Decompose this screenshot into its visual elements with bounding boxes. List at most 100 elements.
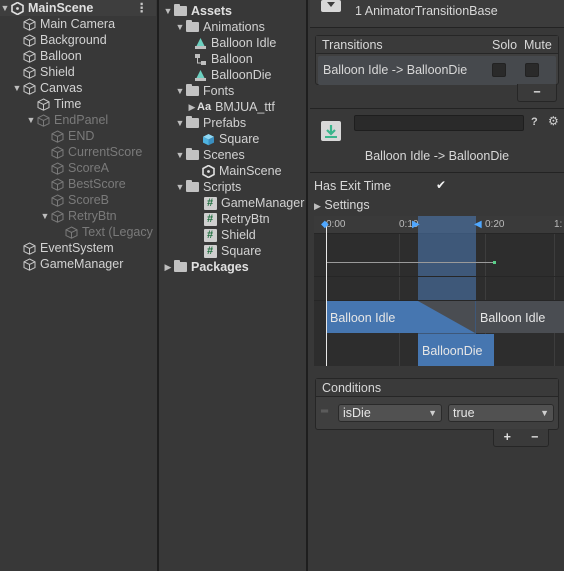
- remove-transition-button[interactable]: −: [517, 84, 557, 102]
- solo-checkbox[interactable]: [492, 63, 506, 77]
- expand-arrow-icon[interactable]: ▶: [163, 262, 173, 273]
- hierarchy-item-label: ScoreB: [68, 193, 109, 207]
- hierarchy-item[interactable]: ScoreB: [40, 192, 109, 208]
- asset-item[interactable]: Square: [201, 131, 259, 147]
- gameobject-cube-icon: [50, 145, 64, 159]
- parameter-curve: [326, 262, 494, 263]
- settings-label: Settings: [324, 198, 370, 212]
- asset-item[interactable]: MainScene: [201, 163, 282, 179]
- folder-scripts[interactable]: ▼ Scripts: [175, 179, 241, 195]
- font-glyph: Aa: [197, 101, 212, 113]
- expand-arrow-icon[interactable]: ▼: [175, 182, 185, 192]
- hierarchy-item[interactable]: END: [40, 128, 94, 144]
- asset-item[interactable]: ▶ Aa BMJUA_ttf: [187, 99, 275, 115]
- playhead-marker[interactable]: ◆: [321, 219, 329, 230]
- transition-start-marker[interactable]: ▶: [412, 219, 420, 230]
- folder-animations[interactable]: ▼ Animations: [175, 19, 265, 35]
- folder-fonts[interactable]: ▼ Fonts: [175, 83, 234, 99]
- expand-arrow-icon[interactable]: ▼: [26, 115, 36, 125]
- gameobject-cube-icon: [22, 241, 36, 255]
- condition-parameter-value: isDie: [343, 406, 371, 420]
- folder-label: Prefabs: [203, 116, 247, 130]
- playhead-line[interactable]: [326, 226, 327, 366]
- csharp-script-icon: #: [203, 212, 217, 226]
- hierarchy-item[interactable]: Text (Legacy: [54, 224, 153, 240]
- transition-end-marker[interactable]: ◀: [474, 219, 482, 230]
- gameobject-cube-icon: [22, 65, 36, 79]
- prefab-cube-icon: [201, 132, 215, 146]
- remove-condition-button[interactable]: −: [523, 429, 547, 445]
- asset-item[interactable]: BalloonDie: [193, 67, 271, 83]
- animation-clip-icon: [193, 36, 207, 50]
- csharp-script-icon: #: [203, 228, 217, 242]
- destination-state-bar[interactable]: BalloonDie: [418, 334, 494, 366]
- expand-arrow-icon[interactable]: ▶: [187, 102, 197, 113]
- mute-checkbox[interactable]: [525, 63, 539, 77]
- dropdown-caret-icon: ▼: [428, 408, 437, 418]
- project-panel: ▼ Assets ▼ Animations Balloon Idle Balloon…: [157, 0, 308, 571]
- has-exit-time-checkbox[interactable]: ✔: [436, 178, 446, 192]
- hierarchy-item-endpanel[interactable]: ▼ EndPanel: [26, 112, 109, 128]
- conditions-label: Conditions: [322, 381, 382, 395]
- expand-arrow-icon[interactable]: ▼: [12, 83, 22, 93]
- help-icon[interactable]: ?: [531, 116, 538, 128]
- inspector-header: 1 AnimatorTransitionBase: [310, 0, 564, 28]
- scene-name: MainScene: [28, 1, 94, 15]
- gameobject-cube-icon: [22, 17, 36, 31]
- expand-arrow-icon[interactable]: ▼: [40, 211, 50, 221]
- folder-scenes[interactable]: ▼ Scenes: [175, 147, 245, 163]
- asset-item[interactable]: # Shield: [203, 227, 256, 243]
- ruler-tick: 1:: [554, 219, 563, 230]
- hierarchy-item-canvas[interactable]: ▼ Canvas: [12, 80, 83, 96]
- asset-label: Balloon Idle: [211, 36, 277, 50]
- gameobject-cube-icon: [22, 49, 36, 63]
- source-state-bar[interactable]: Balloon Idle: [326, 301, 475, 333]
- hierarchy-scene-row[interactable]: ▼ MainScene: [0, 0, 156, 16]
- dropdown-caret-icon: ▼: [540, 408, 549, 418]
- settings-foldout[interactable]: ▶ Settings: [314, 198, 370, 212]
- add-condition-button[interactable]: +: [495, 429, 519, 445]
- hierarchy-item[interactable]: GameManager: [12, 256, 123, 272]
- expand-arrow-icon[interactable]: ▼: [175, 22, 185, 32]
- expand-arrow-icon[interactable]: ▼: [175, 118, 185, 128]
- transition-name-field[interactable]: [354, 115, 524, 131]
- hierarchy-item[interactable]: Background: [12, 32, 107, 48]
- source-state-bar-next[interactable]: Balloon Idle: [476, 301, 564, 333]
- hierarchy-item[interactable]: Balloon: [12, 48, 82, 64]
- asset-item[interactable]: Balloon: [193, 51, 253, 67]
- expand-arrow-icon[interactable]: ▼: [175, 150, 185, 160]
- transitions-list: Transitions Solo Mute Balloon Idle -> Ba…: [315, 35, 559, 85]
- asset-item[interactable]: # GameManager: [203, 195, 304, 211]
- expand-arrow-icon[interactable]: ▼: [163, 6, 173, 16]
- expand-arrow-icon[interactable]: ▼: [0, 3, 10, 13]
- folder-icon: [185, 148, 199, 162]
- hierarchy-item[interactable]: ScoreA: [40, 160, 109, 176]
- condition-parameter-dropdown[interactable]: isDie ▼: [338, 404, 442, 422]
- hierarchy-item-label: ScoreA: [68, 161, 109, 175]
- transition-timeline[interactable]: 0:00 0:10 0:20 1: ▶ ◀ Balloon Idle Ballo…: [314, 216, 564, 366]
- folder-packages[interactable]: ▶ Packages: [163, 259, 249, 275]
- asset-item[interactable]: # Square: [203, 243, 261, 259]
- drag-handle-icon[interactable]: ═: [321, 406, 328, 417]
- hierarchy-item[interactable]: EventSystem: [12, 240, 114, 256]
- asset-item[interactable]: Balloon Idle: [193, 35, 276, 51]
- hierarchy-item-retrybtn[interactable]: ▼ RetryBtn: [40, 208, 117, 224]
- hierarchy-item-label: CurrentScore: [68, 145, 143, 159]
- hierarchy-item[interactable]: Time: [26, 96, 81, 112]
- folder-assets[interactable]: ▼ Assets: [163, 3, 232, 19]
- transition-row[interactable]: Balloon Idle -> BalloonDie: [318, 56, 556, 85]
- gear-icon[interactable]: ⚙: [548, 114, 559, 128]
- hierarchy-menu-icon[interactable]: ⋮: [136, 0, 149, 15]
- hierarchy-item[interactable]: Main Camera: [12, 16, 115, 32]
- folder-prefabs[interactable]: ▼ Prefabs: [175, 115, 246, 131]
- asset-item[interactable]: # RetryBtn: [203, 211, 270, 227]
- hierarchy-item-label: Background: [40, 33, 107, 47]
- transition-row-label: Balloon Idle -> BalloonDie: [323, 63, 468, 77]
- expand-arrow-icon[interactable]: ▼: [175, 86, 185, 96]
- hierarchy-item[interactable]: BestScore: [40, 176, 126, 192]
- condition-value-dropdown[interactable]: true ▼: [448, 404, 554, 422]
- gameobject-cube-icon: [36, 97, 50, 111]
- hierarchy-item[interactable]: CurrentScore: [40, 144, 142, 160]
- hierarchy-item[interactable]: Shield: [12, 64, 75, 80]
- has-exit-time-label: Has Exit Time: [314, 179, 392, 193]
